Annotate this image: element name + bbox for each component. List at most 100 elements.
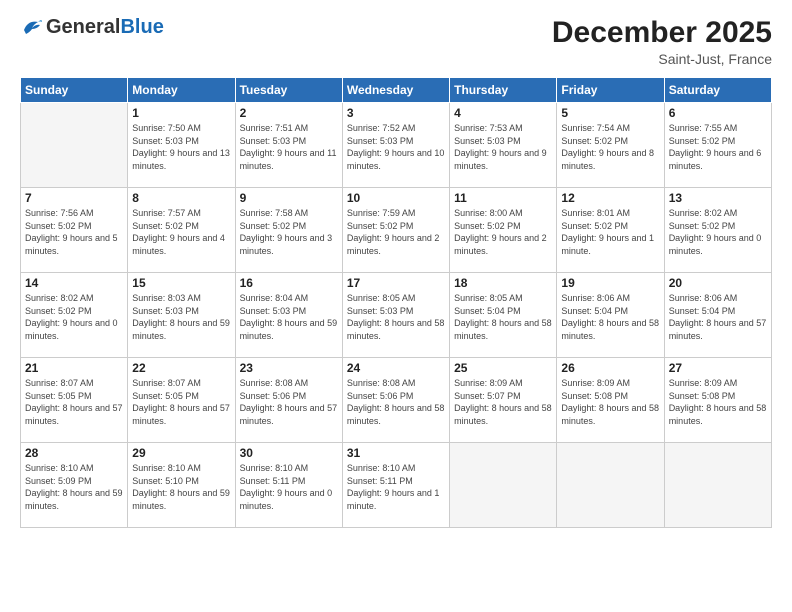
- day-number: 13: [669, 191, 767, 205]
- day-info: Sunrise: 7:54 AM Sunset: 5:02 PM Dayligh…: [561, 122, 659, 172]
- day-number: 8: [132, 191, 230, 205]
- day-number: 5: [561, 106, 659, 120]
- day-info: Sunrise: 8:10 AM Sunset: 5:11 PM Dayligh…: [240, 462, 338, 512]
- day-number: 20: [669, 276, 767, 290]
- calendar-cell: 17 Sunrise: 8:05 AM Sunset: 5:03 PM Dayli…: [342, 273, 449, 358]
- day-number: 26: [561, 361, 659, 375]
- calendar-week-0: 1 Sunrise: 7:50 AM Sunset: 5:03 PM Daylig…: [21, 103, 772, 188]
- calendar-week-4: 28Sunrise: 8:10 AM Sunset: 5:09 PM Dayli…: [21, 443, 772, 528]
- day-info: Sunrise: 7:51 AM Sunset: 5:03 PM Dayligh…: [240, 122, 338, 172]
- day-number: 29: [132, 446, 230, 460]
- day-info: Sunrise: 8:09 AM Sunset: 5:08 PM Dayligh…: [669, 377, 767, 427]
- day-info: Sunrise: 8:07 AM Sunset: 5:05 PM Dayligh…: [132, 377, 230, 427]
- day-info: Sunrise: 8:10 AM Sunset: 5:11 PM Dayligh…: [347, 462, 445, 512]
- calendar-cell: 8 Sunrise: 7:57 AM Sunset: 5:02 PM Daylig…: [128, 188, 235, 273]
- day-number: 15: [132, 276, 230, 290]
- day-info: Sunrise: 8:07 AM Sunset: 5:05 PM Dayligh…: [25, 377, 123, 427]
- day-number: 10: [347, 191, 445, 205]
- calendar-cell: [664, 443, 771, 528]
- day-number: 27: [669, 361, 767, 375]
- day-number: 3: [347, 106, 445, 120]
- location: Saint-Just, France: [552, 51, 772, 67]
- day-info: Sunrise: 7:59 AM Sunset: 5:02 PM Dayligh…: [347, 207, 445, 257]
- calendar-cell: 31 Sunrise: 8:10 AM Sunset: 5:11 PM Dayli…: [342, 443, 449, 528]
- day-info: Sunrise: 8:00 AM Sunset: 5:02 PM Dayligh…: [454, 207, 552, 257]
- day-info: Sunrise: 8:05 AM Sunset: 5:04 PM Dayligh…: [454, 292, 552, 342]
- day-info: Sunrise: 8:10 AM Sunset: 5:09 PM Dayligh…: [25, 462, 123, 512]
- header-friday: Friday: [557, 78, 664, 103]
- calendar-cell: 22 Sunrise: 8:07 AM Sunset: 5:05 PM Dayli…: [128, 358, 235, 443]
- bird-icon: [20, 16, 42, 38]
- header-wednesday: Wednesday: [342, 78, 449, 103]
- day-number: 21: [25, 361, 123, 375]
- day-number: 7: [25, 191, 123, 205]
- title-block: December 2025 Saint-Just, France: [552, 16, 772, 67]
- day-number: 22: [132, 361, 230, 375]
- day-info: Sunrise: 8:04 AM Sunset: 5:03 PM Dayligh…: [240, 292, 338, 342]
- day-number: 1: [132, 106, 230, 120]
- calendar-cell: 9 Sunrise: 7:58 AM Sunset: 5:02 PM Daylig…: [235, 188, 342, 273]
- calendar-cell: 30 Sunrise: 8:10 AM Sunset: 5:11 PM Dayli…: [235, 443, 342, 528]
- calendar-cell: 4 Sunrise: 7:53 AM Sunset: 5:03 PM Daylig…: [450, 103, 557, 188]
- calendar-cell: 6Sunrise: 7:55 AM Sunset: 5:02 PM Daylig…: [664, 103, 771, 188]
- calendar-cell: 7 Sunrise: 7:56 AM Sunset: 5:02 PM Daylig…: [21, 188, 128, 273]
- day-info: Sunrise: 7:52 AM Sunset: 5:03 PM Dayligh…: [347, 122, 445, 172]
- header-thursday: Thursday: [450, 78, 557, 103]
- calendar-cell: 19Sunrise: 8:06 AM Sunset: 5:04 PM Dayli…: [557, 273, 664, 358]
- calendar-cell: 18Sunrise: 8:05 AM Sunset: 5:04 PM Dayli…: [450, 273, 557, 358]
- logo: GeneralBlue: [20, 16, 164, 38]
- day-number: 31: [347, 446, 445, 460]
- day-number: 11: [454, 191, 552, 205]
- day-number: 17: [347, 276, 445, 290]
- day-number: 14: [25, 276, 123, 290]
- calendar-cell: 26 Sunrise: 8:09 AM Sunset: 5:08 PM Dayli…: [557, 358, 664, 443]
- logo-general: General: [46, 16, 120, 38]
- day-info: Sunrise: 8:02 AM Sunset: 5:02 PM Dayligh…: [669, 207, 767, 257]
- calendar-week-2: 14Sunrise: 8:02 AM Sunset: 5:02 PM Dayli…: [21, 273, 772, 358]
- calendar-table: Sunday Monday Tuesday Wednesday Thursday…: [20, 77, 772, 528]
- day-info: Sunrise: 7:56 AM Sunset: 5:02 PM Dayligh…: [25, 207, 123, 257]
- day-number: 30: [240, 446, 338, 460]
- day-info: Sunrise: 7:50 AM Sunset: 5:03 PM Dayligh…: [132, 122, 230, 172]
- logo-blue: Blue: [120, 16, 163, 38]
- day-info: Sunrise: 8:10 AM Sunset: 5:10 PM Dayligh…: [132, 462, 230, 512]
- day-info: Sunrise: 8:05 AM Sunset: 5:03 PM Dayligh…: [347, 292, 445, 342]
- header: GeneralBlue December 2025 Saint-Just, Fr…: [20, 16, 772, 67]
- day-number: 24: [347, 361, 445, 375]
- header-monday: Monday: [128, 78, 235, 103]
- day-number: 9: [240, 191, 338, 205]
- calendar-cell: 2Sunrise: 7:51 AM Sunset: 5:03 PM Daylig…: [235, 103, 342, 188]
- calendar-cell: 12Sunrise: 8:01 AM Sunset: 5:02 PM Dayli…: [557, 188, 664, 273]
- day-info: Sunrise: 8:09 AM Sunset: 5:07 PM Dayligh…: [454, 377, 552, 427]
- day-info: Sunrise: 8:08 AM Sunset: 5:06 PM Dayligh…: [347, 377, 445, 427]
- day-number: 19: [561, 276, 659, 290]
- weekday-header-row: Sunday Monday Tuesday Wednesday Thursday…: [21, 78, 772, 103]
- calendar-cell: 1 Sunrise: 7:50 AM Sunset: 5:03 PM Daylig…: [128, 103, 235, 188]
- calendar-cell: 29 Sunrise: 8:10 AM Sunset: 5:10 PM Dayli…: [128, 443, 235, 528]
- calendar-cell: 14Sunrise: 8:02 AM Sunset: 5:02 PM Dayli…: [21, 273, 128, 358]
- calendar-cell: 11 Sunrise: 8:00 AM Sunset: 5:02 PM Dayli…: [450, 188, 557, 273]
- calendar-week-3: 21 Sunrise: 8:07 AM Sunset: 5:05 PM Dayli…: [21, 358, 772, 443]
- calendar-cell: 28Sunrise: 8:10 AM Sunset: 5:09 PM Dayli…: [21, 443, 128, 528]
- day-info: Sunrise: 7:53 AM Sunset: 5:03 PM Dayligh…: [454, 122, 552, 172]
- month-year: December 2025: [552, 16, 772, 49]
- calendar-cell: [21, 103, 128, 188]
- header-sunday: Sunday: [21, 78, 128, 103]
- calendar-cell: 10 Sunrise: 7:59 AM Sunset: 5:02 PM Dayli…: [342, 188, 449, 273]
- day-number: 4: [454, 106, 552, 120]
- calendar-cell: 24 Sunrise: 8:08 AM Sunset: 5:06 PM Dayli…: [342, 358, 449, 443]
- calendar-cell: [557, 443, 664, 528]
- page: GeneralBlue December 2025 Saint-Just, Fr…: [0, 0, 792, 612]
- day-info: Sunrise: 8:09 AM Sunset: 5:08 PM Dayligh…: [561, 377, 659, 427]
- calendar-cell: 3 Sunrise: 7:52 AM Sunset: 5:03 PM Daylig…: [342, 103, 449, 188]
- calendar-cell: [450, 443, 557, 528]
- day-info: Sunrise: 7:58 AM Sunset: 5:02 PM Dayligh…: [240, 207, 338, 257]
- calendar-cell: 15Sunrise: 8:03 AM Sunset: 5:03 PM Dayli…: [128, 273, 235, 358]
- calendar-cell: 13 Sunrise: 8:02 AM Sunset: 5:02 PM Dayli…: [664, 188, 771, 273]
- calendar-cell: 23Sunrise: 8:08 AM Sunset: 5:06 PM Dayli…: [235, 358, 342, 443]
- calendar-week-1: 7 Sunrise: 7:56 AM Sunset: 5:02 PM Daylig…: [21, 188, 772, 273]
- header-tuesday: Tuesday: [235, 78, 342, 103]
- calendar-cell: 25Sunrise: 8:09 AM Sunset: 5:07 PM Dayli…: [450, 358, 557, 443]
- day-info: Sunrise: 8:08 AM Sunset: 5:06 PM Dayligh…: [240, 377, 338, 427]
- day-info: Sunrise: 7:57 AM Sunset: 5:02 PM Dayligh…: [132, 207, 230, 257]
